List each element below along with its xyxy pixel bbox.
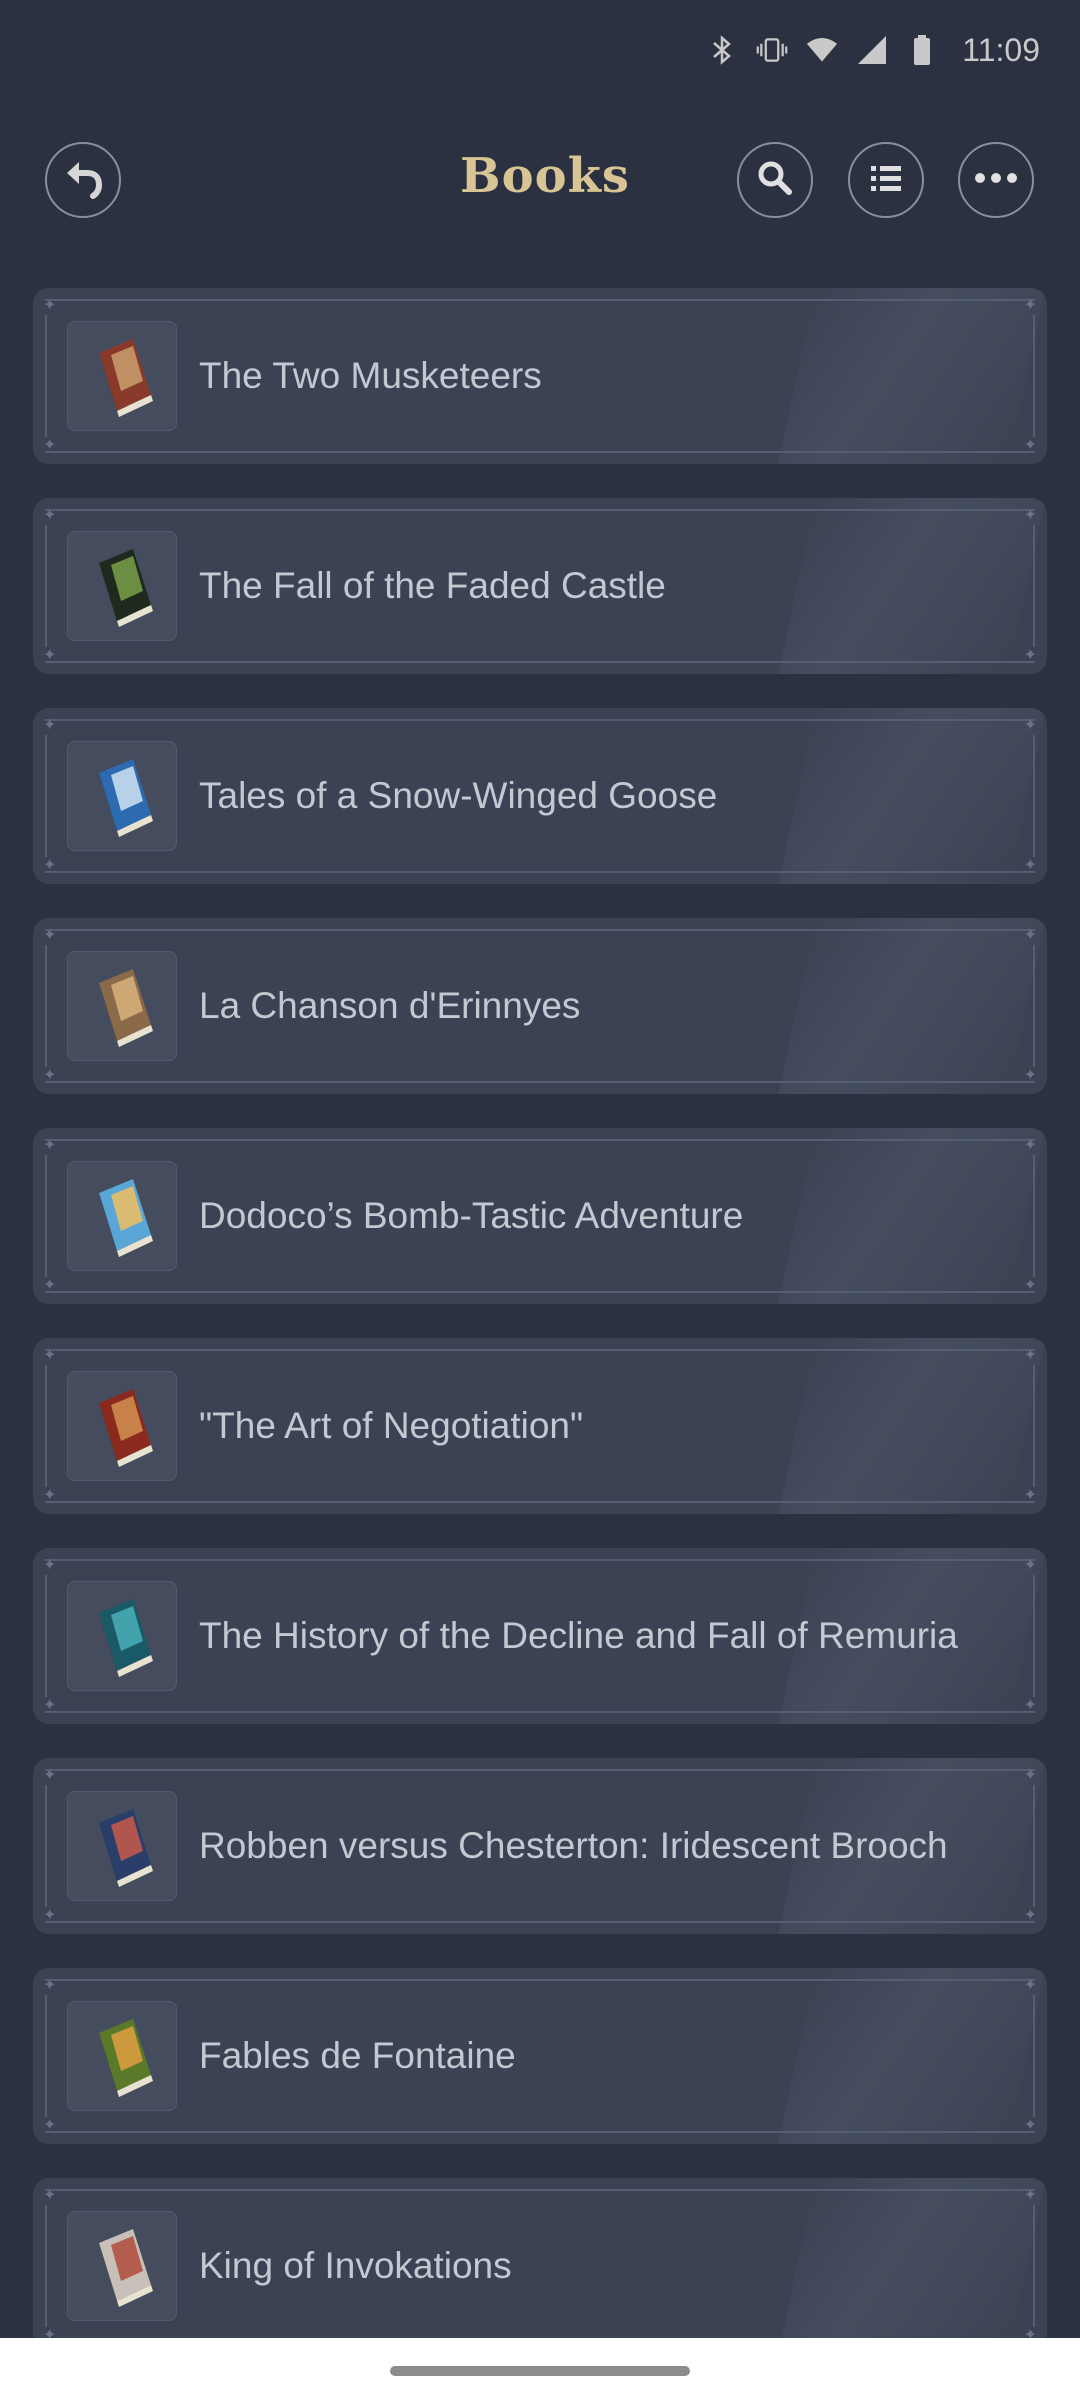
corner-star-icon: ✦ xyxy=(43,1977,57,1994)
ornate-frame xyxy=(45,1979,1035,2133)
book-list-item[interactable]: ✦ ✦ ✦ ✦ La Chanson d'Erinnyes xyxy=(33,918,1047,1094)
corner-star-icon: ✦ xyxy=(1023,1487,1037,1504)
corner-star-icon: ✦ xyxy=(43,2187,57,2204)
corner-star-icon: ✦ xyxy=(1023,927,1037,944)
book-cover-icon xyxy=(99,759,153,837)
corner-star-icon: ✦ xyxy=(43,647,57,664)
home-gesture-handle[interactable] xyxy=(390,2366,690,2376)
corner-star-icon: ✦ xyxy=(1023,2117,1037,2134)
book-cover-thumbnail xyxy=(67,1161,177,1271)
book-list-item[interactable]: ✦ ✦ ✦ ✦ King of Invokations xyxy=(33,2178,1047,2354)
book-cover-thumbnail xyxy=(67,1581,177,1691)
book-cover-icon xyxy=(99,339,153,417)
book-cover-thumbnail xyxy=(67,741,177,851)
corner-star-icon: ✦ xyxy=(43,1347,57,1364)
corner-star-icon: ✦ xyxy=(43,297,57,314)
book-list-item[interactable]: ✦ ✦ ✦ ✦ The Two Musketeers xyxy=(33,288,1047,464)
corner-star-icon: ✦ xyxy=(43,1557,57,1574)
book-title: La Chanson d'Erinnyes xyxy=(199,985,581,1026)
book-cover-thumbnail xyxy=(67,531,177,641)
corner-star-icon: ✦ xyxy=(1023,1697,1037,1714)
book-cover-icon xyxy=(99,549,153,627)
corner-star-icon: ✦ xyxy=(1023,1977,1037,1994)
ornate-frame xyxy=(45,2189,1035,2343)
book-cover-icon xyxy=(99,1179,153,1257)
more-icon xyxy=(974,171,1018,189)
battery-icon xyxy=(906,34,938,66)
search-icon xyxy=(755,158,795,203)
corner-star-icon: ✦ xyxy=(43,927,57,944)
book-title: The Two Musketeers xyxy=(199,355,542,396)
corner-star-icon: ✦ xyxy=(1023,1067,1037,1084)
book-cover-thumbnail xyxy=(67,1371,177,1481)
corner-star-icon: ✦ xyxy=(1023,1907,1037,1924)
corner-star-icon: ✦ xyxy=(1023,1557,1037,1574)
corner-star-icon: ✦ xyxy=(43,1697,57,1714)
book-list-item[interactable]: ✦ ✦ ✦ ✦ Dodoco’s Bomb-Tastic Adventure xyxy=(33,1128,1047,1304)
book-title: The Fall of the Faded Castle xyxy=(199,565,666,606)
corner-star-icon: ✦ xyxy=(43,1907,57,1924)
corner-star-icon: ✦ xyxy=(1023,507,1037,524)
book-list: ✦ ✦ ✦ ✦ The Two Musketeers ✦ ✦ ✦ ✦ The Fall of th… xyxy=(33,288,1047,2388)
book-cover-icon xyxy=(99,1809,153,1887)
book-list-item[interactable]: ✦ ✦ ✦ ✦ The History of the Decline and Fall … xyxy=(33,1548,1047,1724)
corner-star-icon: ✦ xyxy=(1023,717,1037,734)
book-title: Dodoco’s Bomb-Tastic Adventure xyxy=(199,1195,744,1236)
corner-star-icon: ✦ xyxy=(1023,1347,1037,1364)
corner-star-icon: ✦ xyxy=(43,437,57,454)
book-title: The History of the Decline and Fall of R… xyxy=(199,1615,958,1656)
corner-star-icon: ✦ xyxy=(1023,2187,1037,2204)
corner-star-icon: ✦ xyxy=(43,857,57,874)
book-cover-thumbnail xyxy=(67,951,177,1061)
book-list-item[interactable]: ✦ ✦ ✦ ✦ The Fall of the Faded Castle xyxy=(33,498,1047,674)
book-title: King of Invokations xyxy=(199,2245,512,2286)
corner-star-icon: ✦ xyxy=(1023,1137,1037,1154)
book-cover-icon xyxy=(99,1389,153,1467)
corner-star-icon: ✦ xyxy=(1023,1767,1037,1784)
list-icon xyxy=(868,160,904,201)
corner-star-icon: ✦ xyxy=(43,1277,57,1294)
book-cover-icon xyxy=(99,2229,153,2307)
book-cover-icon xyxy=(99,2019,153,2097)
corner-star-icon: ✦ xyxy=(1023,1277,1037,1294)
status-bar: 11:09 xyxy=(0,0,1080,100)
corner-star-icon: ✦ xyxy=(1023,297,1037,314)
book-cover-icon xyxy=(99,1599,153,1677)
bluetooth-icon xyxy=(706,34,738,66)
book-cover-thumbnail xyxy=(67,1791,177,1901)
book-cover-thumbnail xyxy=(67,2001,177,2111)
book-list-item[interactable]: ✦ ✦ ✦ ✦ Robben versus Chesterton: Iridescent… xyxy=(33,1758,1047,1934)
book-list-item[interactable]: ✦ ✦ ✦ ✦ Tales of a Snow-Winged Goose xyxy=(33,708,1047,884)
corner-star-icon: ✦ xyxy=(43,2117,57,2134)
book-title: Robben versus Chesterton: Iridescent Bro… xyxy=(199,1825,948,1866)
corner-star-icon: ✦ xyxy=(43,507,57,524)
book-list-item[interactable]: ✦ ✦ ✦ ✦ Fables de Fontaine xyxy=(33,1968,1047,2144)
corner-star-icon: ✦ xyxy=(43,717,57,734)
book-cover-thumbnail xyxy=(67,321,177,431)
clock: 11:09 xyxy=(962,31,1040,68)
corner-star-icon: ✦ xyxy=(1023,437,1037,454)
more-options-button[interactable] xyxy=(958,142,1034,218)
list-view-button[interactable] xyxy=(848,142,924,218)
corner-star-icon: ✦ xyxy=(1023,647,1037,664)
book-cover-thumbnail xyxy=(67,2211,177,2321)
book-title: Tales of a Snow-Winged Goose xyxy=(199,775,718,816)
book-cover-icon xyxy=(99,969,153,1047)
corner-star-icon: ✦ xyxy=(1023,857,1037,874)
book-title: "The Art of Negotiation" xyxy=(199,1405,584,1446)
corner-star-icon: ✦ xyxy=(43,1137,57,1154)
search-button[interactable] xyxy=(737,142,813,218)
signal-icon xyxy=(856,34,888,66)
book-title: Fables de Fontaine xyxy=(199,2035,516,2076)
book-list-item[interactable]: ✦ ✦ ✦ ✦ "The Art of Negotiation" xyxy=(33,1338,1047,1514)
navigation-bar xyxy=(0,2338,1080,2400)
header: Books xyxy=(0,140,1080,220)
corner-star-icon: ✦ xyxy=(43,1067,57,1084)
wifi-icon xyxy=(806,34,838,66)
corner-star-icon: ✦ xyxy=(43,1487,57,1504)
corner-star-icon: ✦ xyxy=(43,1767,57,1784)
vibrate-icon xyxy=(756,34,788,66)
